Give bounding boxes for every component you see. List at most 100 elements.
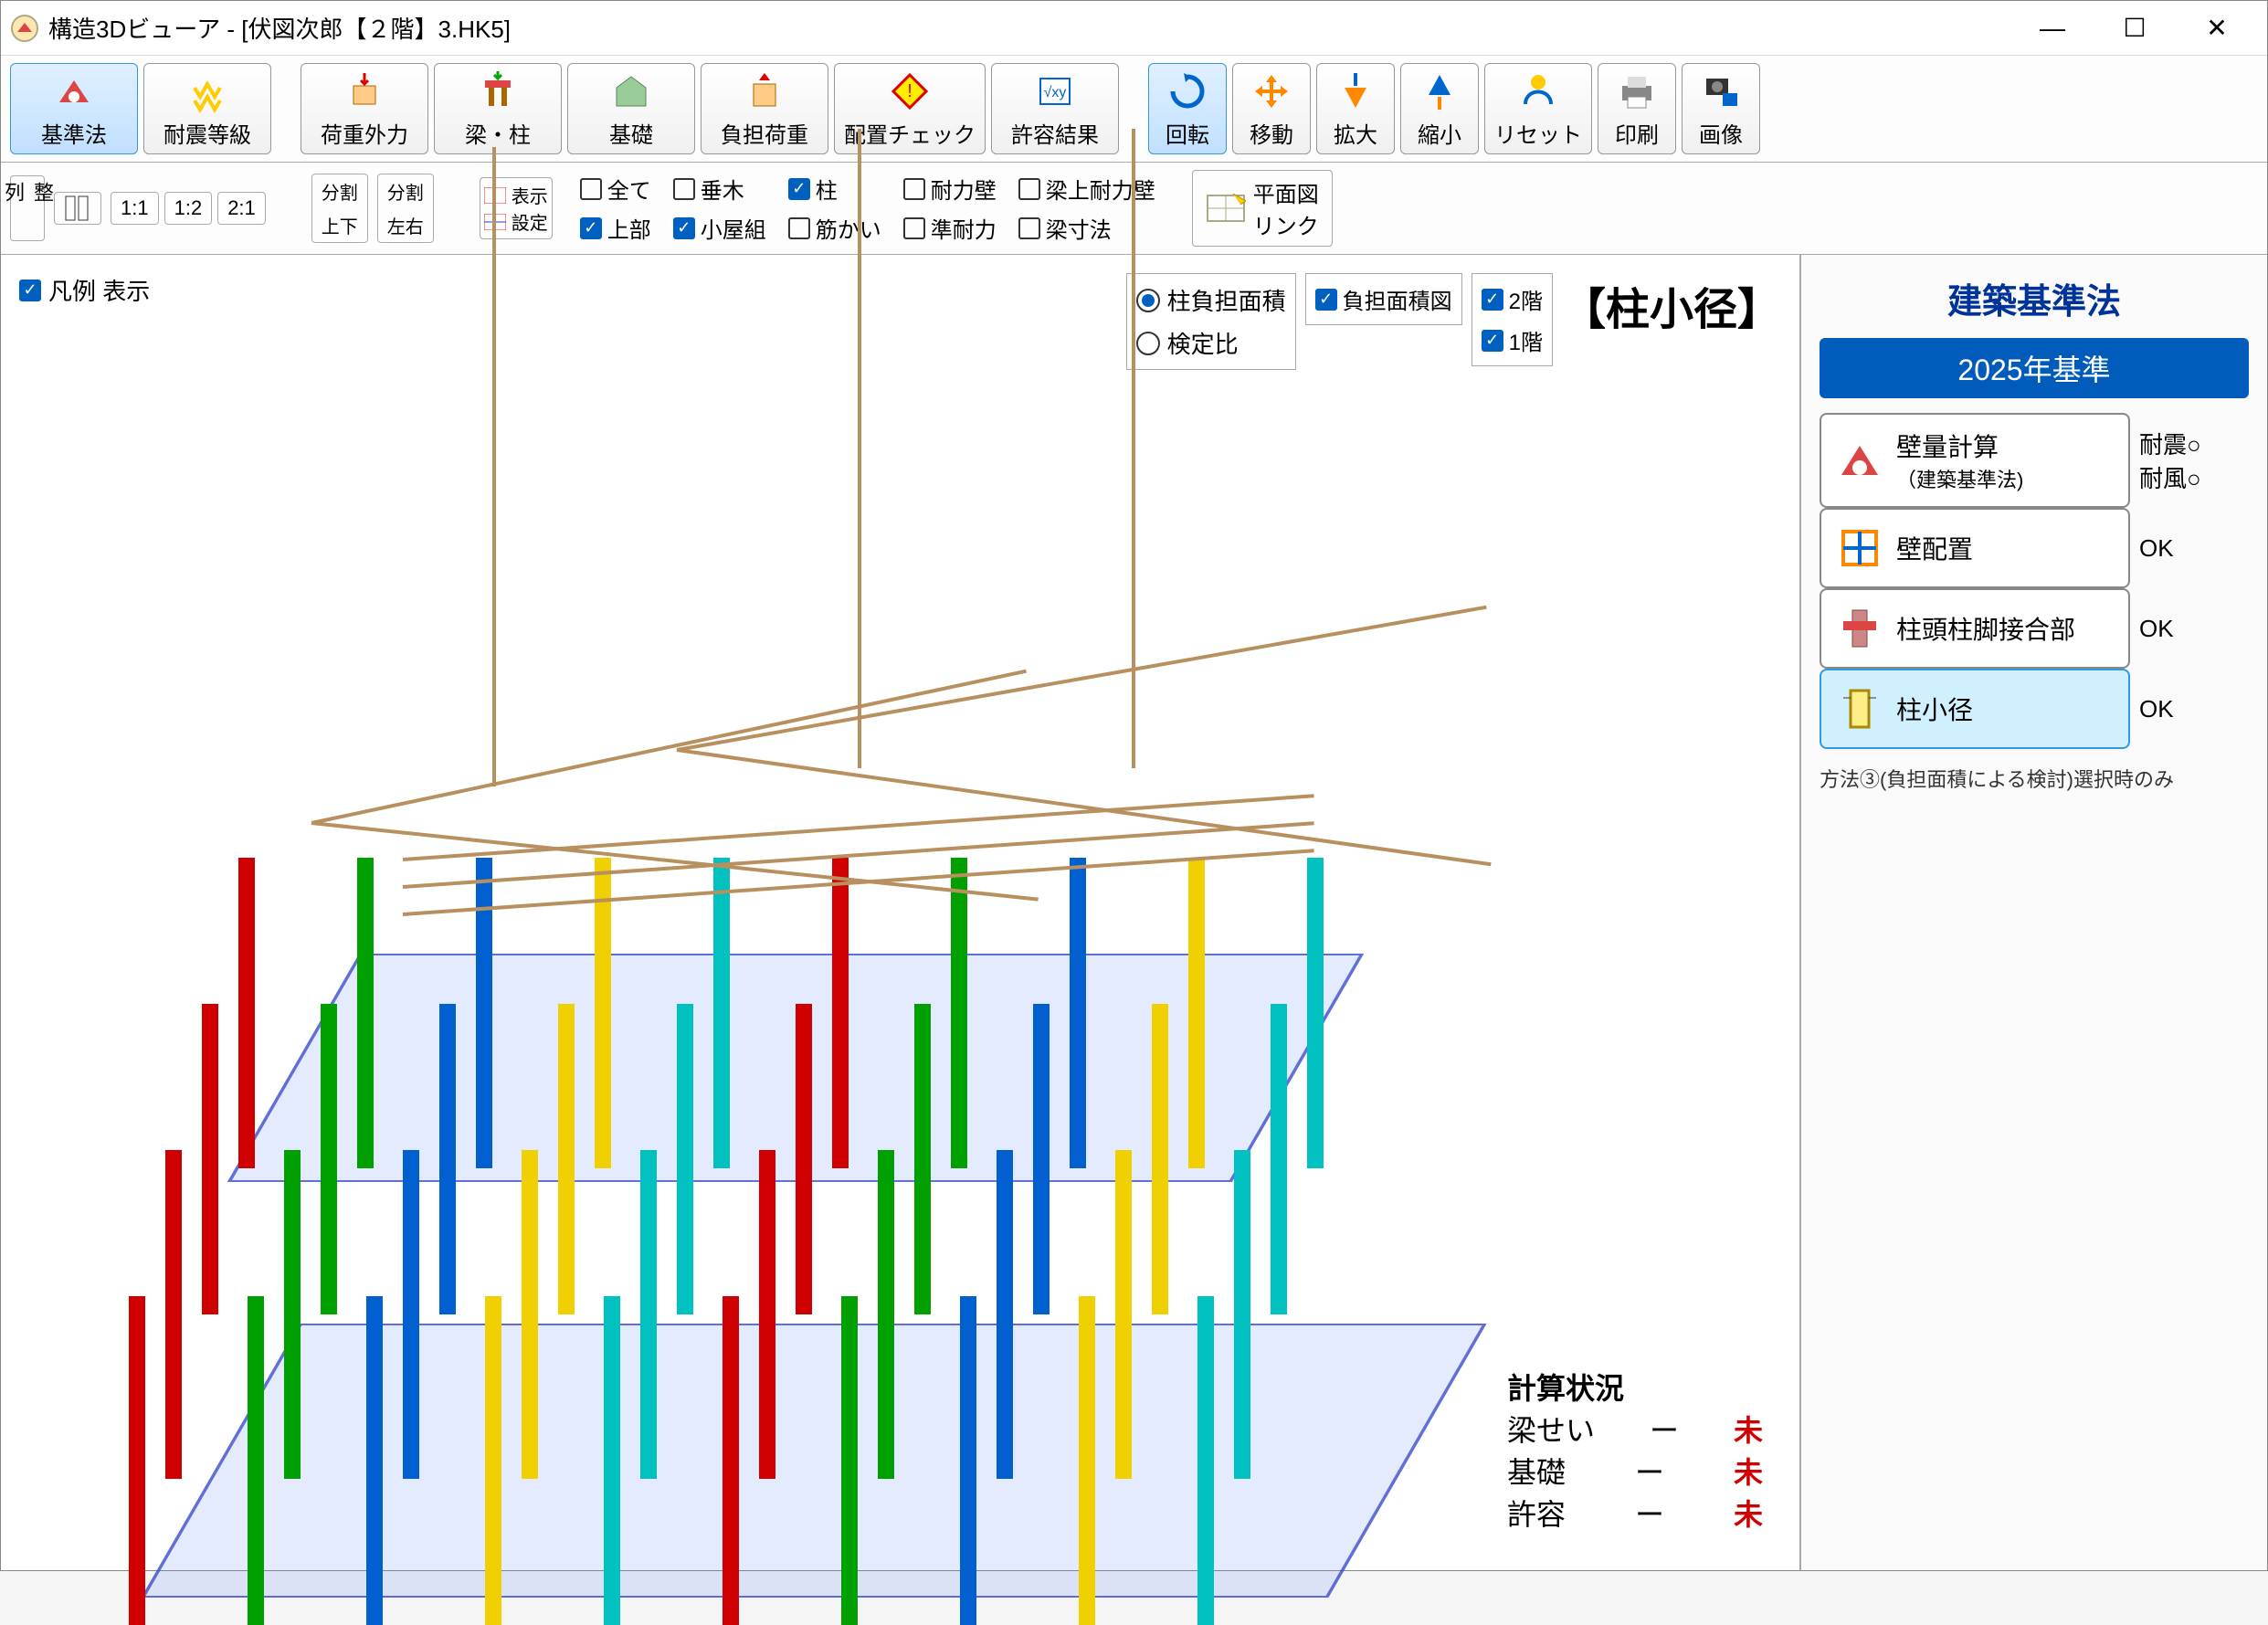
column <box>248 1296 264 1625</box>
kijun-button[interactable]: 基準法 <box>10 63 138 154</box>
minimize-button[interactable]: — <box>2011 5 2094 51</box>
check-tairyoku[interactable]: 耐力壁 <box>903 173 997 205</box>
column <box>1115 1150 1132 1479</box>
sidebar-year-badge: 2025年基準 <box>1820 338 2249 398</box>
check-sujikai[interactable]: 筋かい <box>788 212 881 244</box>
kaju-icon <box>343 69 386 113</box>
status-row: 梁せいー未 <box>1507 1408 1763 1450</box>
column <box>1307 858 1324 1168</box>
column <box>796 1004 812 1314</box>
kaiten-button[interactable]: 回転 <box>1148 63 1227 154</box>
sidebar-status-hekiryo: 耐震○耐風○ <box>2139 413 2249 508</box>
legend-checkbox[interactable] <box>19 280 41 301</box>
close-button[interactable]: ✕ <box>2176 5 2258 51</box>
kakudai-button[interactable]: 拡大 <box>1316 63 1395 154</box>
column <box>841 1296 858 1625</box>
futan-button[interactable]: 負担荷重 <box>701 63 828 154</box>
roof-beam <box>1132 129 1135 768</box>
window-controls: — ☐ ✕ <box>2011 5 2258 51</box>
app-icon <box>10 14 39 43</box>
sidebar-row-kabe: 壁配置 OK <box>1820 508 2249 588</box>
svg-text:√xy: √xy <box>1044 85 1067 100</box>
haichi-button[interactable]: ! 配置チェック <box>834 63 986 154</box>
sidebar-row-chutou: 柱頭柱脚接合部 OK <box>1820 588 2249 669</box>
shuku-icon <box>1418 69 1461 113</box>
legend-toggle[interactable]: 凡例 表示 <box>19 273 150 307</box>
window-title: 構造3Dビューア - [伏図次郎【２階】3.HK5] <box>48 11 2011 45</box>
kyoyo-icon: √xy <box>1033 69 1077 113</box>
planview-link-button[interactable]: 平面図リンク <box>1192 170 1333 247</box>
column <box>357 858 374 1168</box>
status-header: 計算状況 <box>1507 1366 1763 1408</box>
maximize-button[interactable]: ☐ <box>2094 5 2176 51</box>
column <box>476 858 492 1168</box>
chushokei-icon <box>1834 683 1885 734</box>
ratio-1-2-button[interactable]: 1:2 <box>164 192 213 225</box>
sidebar-item-chushokei[interactable]: 柱小径 <box>1820 669 2130 749</box>
futanzu-check-group: 負担面積図 <box>1305 273 1462 325</box>
ratio-1-1-button[interactable]: 1:1 <box>111 192 159 225</box>
hari-button[interactable]: 梁・柱 <box>434 63 562 154</box>
futan-icon <box>743 69 786 113</box>
kiso-button[interactable]: 基礎 <box>567 63 695 154</box>
sidebar-note: 方法③(負担面積による検討)選択時のみ <box>1820 764 2249 793</box>
futanzu-checkbox[interactable]: 負担面積図 <box>1315 283 1452 315</box>
filter-panel: 柱負担面積検定比 負担面積図 2階1階 【柱小径】 <box>1126 273 1781 370</box>
radio-1[interactable]: 検定比 <box>1136 326 1286 360</box>
column <box>1197 1296 1214 1625</box>
3d-viewport[interactable] <box>37 364 1763 1534</box>
link-icon <box>1206 192 1246 225</box>
sidebar-row-hekiryo: 壁量計算（建築基準法) 耐震○耐風○ <box>1820 413 2249 508</box>
split-sayu-button[interactable]: 分割左右 <box>377 174 434 243</box>
split-joge-button[interactable]: 分割上下 <box>311 174 368 243</box>
floor-check-group: 2階1階 <box>1472 273 1553 366</box>
column <box>558 1004 575 1314</box>
taisin-button[interactable]: 耐震等級 <box>143 63 271 154</box>
display-settings-button[interactable]: 表示 設定 <box>480 177 553 239</box>
display-mode-radio-group: 柱負担面積検定比 <box>1126 273 1296 370</box>
column <box>677 1004 693 1314</box>
column <box>366 1296 383 1625</box>
check-koyagumi[interactable]: 小屋組 <box>673 212 766 244</box>
seiretsu-button[interactable]: 整 列 <box>10 175 45 241</box>
column <box>878 1150 894 1479</box>
filter-check-grid: 全て垂木柱耐力壁梁上耐力壁上部小屋組筋かい準耐力梁寸法 <box>580 173 1155 244</box>
reset-button[interactable]: リセット <box>1484 63 1592 154</box>
roof-beam <box>858 129 861 768</box>
ido-icon <box>1250 69 1293 113</box>
kyoyo-button[interactable]: √xy 許容結果 <box>991 63 1119 154</box>
sidebar: 建築基準法 2025年基準 壁量計算（建築基準法) 耐震○耐風○ 壁配置 OK … <box>1801 255 2267 1570</box>
kaju-button[interactable]: 荷重外力 <box>301 63 428 154</box>
shuku-button[interactable]: 縮小 <box>1400 63 1479 154</box>
sidebar-item-kabe[interactable]: 壁配置 <box>1820 508 2130 588</box>
floor-check-1[interactable]: 1階 <box>1482 324 1543 356</box>
insatsu-button[interactable]: 印刷 <box>1598 63 1676 154</box>
column <box>1033 1004 1050 1314</box>
column <box>321 1004 337 1314</box>
check-juntai[interactable]: 準耐力 <box>903 212 997 244</box>
radio-0[interactable]: 柱負担面積 <box>1136 283 1286 317</box>
check-subete[interactable]: 全て <box>580 173 651 205</box>
sidebar-item-hekiryo[interactable]: 壁量計算（建築基準法) <box>1820 413 2130 508</box>
svg-text:!: ! <box>907 81 912 101</box>
check-taruki[interactable]: 垂木 <box>673 173 766 205</box>
canvas-area[interactable]: 凡例 表示 柱負担面積検定比 負担面積図 2階1階 【柱小径】 計算状況 梁せい… <box>1 255 1801 1570</box>
column <box>1079 1296 1095 1625</box>
gazou-button[interactable]: 画像 <box>1682 63 1760 154</box>
column <box>640 1150 657 1479</box>
haichi-icon: ! <box>888 69 932 113</box>
sidebar-item-chutou[interactable]: 柱頭柱脚接合部 <box>1820 588 2130 669</box>
column <box>1234 1150 1250 1479</box>
column <box>960 1296 976 1625</box>
ratio-2-1-button[interactable]: 2:1 <box>217 192 266 225</box>
check-hashira[interactable]: 柱 <box>788 173 881 205</box>
layout-split-icon[interactable] <box>54 192 101 225</box>
column <box>951 858 967 1168</box>
ido-button[interactable]: 移動 <box>1232 63 1311 154</box>
sidebar-title: 建築基準法 <box>1820 273 2249 323</box>
floor-check-0[interactable]: 2階 <box>1482 283 1543 315</box>
column <box>485 1296 501 1625</box>
check-joubu[interactable]: 上部 <box>580 212 651 244</box>
app-window: 構造3Dビューア - [伏図次郎【２階】3.HK5] — ☐ ✕ 基準法 耐震等… <box>0 0 2268 1571</box>
kijun-icon <box>52 69 96 113</box>
